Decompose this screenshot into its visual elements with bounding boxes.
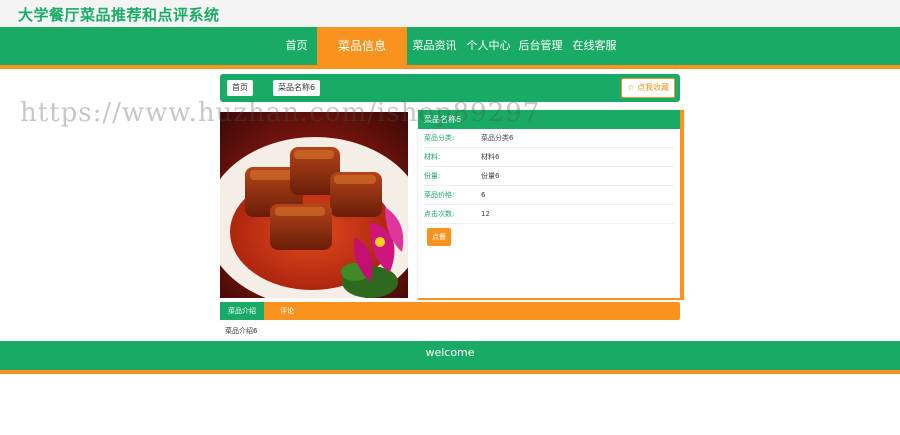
info-value: 菜品分类6 <box>481 134 514 142</box>
info-value: 12 <box>481 210 490 218</box>
info-label: 份量: <box>424 172 441 180</box>
braised-pork-image <box>220 112 408 298</box>
info-row-material: 材料: 材料6 <box>424 148 674 167</box>
footer-text: welcome <box>425 346 475 359</box>
dish-intro-text: 菜品介绍6 <box>225 327 258 335</box>
info-label: 菜品分类: <box>424 134 455 142</box>
dish-info-panel: 菜品名称6 菜品分类: 菜品分类6 材料: 材料6 份量: 份量6 菜品价格: … <box>418 110 684 300</box>
dish-photo <box>220 112 408 298</box>
site-title: 大学餐厅菜品推荐和点评系统 <box>18 6 220 24</box>
main-nav: 首页 菜品信息 菜品资讯 个人中心 后台管理 在线客服 <box>0 27 900 69</box>
nav-item-dish-info[interactable]: 菜品信息 <box>317 27 407 65</box>
breadcrumb-home[interactable]: 首页 <box>227 80 253 96</box>
order-button[interactable]: 点餐 <box>427 228 451 246</box>
info-label: 点击次数: <box>424 210 455 218</box>
info-row-category: 菜品分类: 菜品分类6 <box>424 129 674 148</box>
nav-item-admin[interactable]: 后台管理 <box>518 27 563 65</box>
info-value: 材料6 <box>481 153 500 161</box>
info-label: 材料: <box>424 153 441 161</box>
nav-item-personal-center[interactable]: 个人中心 <box>466 27 511 65</box>
info-value: 份量6 <box>481 172 500 180</box>
info-row-price: 菜品价格: 6 <box>424 186 674 205</box>
favorite-button[interactable]: ☆ 点我收藏 <box>621 78 675 98</box>
nav-item-online-service[interactable]: 在线客服 <box>572 27 617 65</box>
info-row-clicks: 点击次数: 12 <box>424 205 674 224</box>
tab-comments[interactable]: 评论 <box>272 302 302 320</box>
breadcrumb-current: 菜品名称6 <box>273 80 321 96</box>
info-label: 菜品价格: <box>424 191 455 199</box>
info-value: 6 <box>481 191 486 199</box>
top-bar: 大学餐厅菜品推荐和点评系统 <box>0 0 900 27</box>
tab-dish-intro[interactable]: 菜品介绍 <box>220 302 264 320</box>
info-row-portion: 份量: 份量6 <box>424 167 674 186</box>
detail-tabs: 菜品介绍 评论 <box>220 302 680 320</box>
footer: welcome <box>0 341 900 374</box>
nav-item-dish-news[interactable]: 菜品资讯 <box>412 27 457 65</box>
watermark: https://www.huzhan.com/ishop89297 <box>20 98 541 128</box>
nav-item-home[interactable]: 首页 <box>280 27 313 65</box>
